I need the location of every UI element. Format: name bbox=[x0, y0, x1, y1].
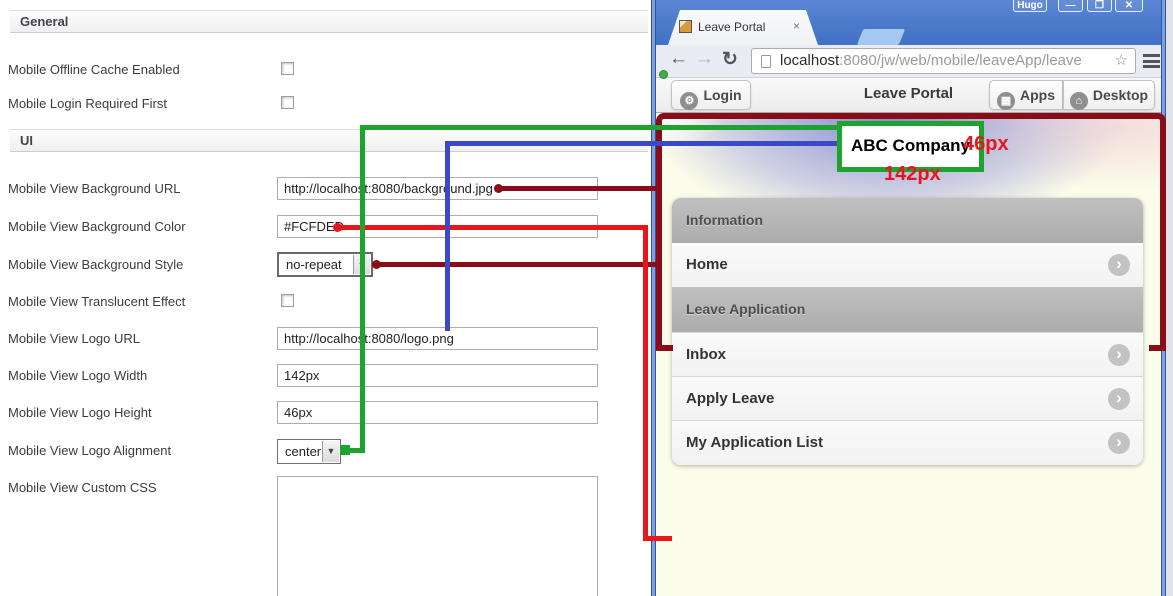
logo-align-callout-line-h bbox=[360, 125, 842, 130]
offline-cache-label: Mobile Offline Cache Enabled bbox=[8, 62, 180, 77]
bg-color-callout-line-foot bbox=[643, 536, 672, 541]
apps-button[interactable]: ▦ Apps bbox=[989, 80, 1063, 110]
back-icon[interactable]: ← bbox=[669, 48, 688, 70]
bg-style-label: Mobile View Background Style bbox=[8, 257, 184, 272]
chevron-right-icon: › bbox=[1108, 388, 1130, 410]
logo-width-annotation: 142px bbox=[884, 163, 941, 185]
maximize-button[interactable]: ❐ bbox=[1087, 0, 1112, 12]
bg-url-callout-line bbox=[497, 186, 658, 191]
logo-url-callout-line-h bbox=[445, 141, 843, 146]
chevron-down-icon: ▼ bbox=[322, 441, 339, 462]
logo-align-selected-value: center bbox=[285, 444, 322, 459]
browser-toolbar: ← → ↻ localhost:8080/jw/web/mobile/leave… bbox=[656, 45, 1161, 78]
apps-label: Apps bbox=[1020, 87, 1055, 103]
bg-color-callout-line-h bbox=[336, 225, 648, 230]
logo-width-label: Mobile View Logo Width bbox=[8, 368, 148, 383]
address-bar[interactable]: localhost:8080/jw/web/mobile/leaveApp/le… bbox=[751, 48, 1136, 74]
screen: General Mobile Offline Cache Enabled Mob… bbox=[0, 0, 1173, 596]
menu-item-label: Apply Leave bbox=[686, 390, 775, 407]
maximize-icon: ❐ bbox=[1095, 0, 1104, 11]
translucent-label: Mobile View Translucent Effect bbox=[8, 294, 186, 309]
forward-icon[interactable]: → bbox=[695, 48, 714, 70]
tab-title: Leave Portal bbox=[698, 20, 766, 34]
login-button[interactable]: ⚙ Login bbox=[671, 80, 751, 110]
page-icon bbox=[761, 55, 771, 68]
status-dot bbox=[659, 70, 668, 79]
browser-tab[interactable]: Leave Portal × bbox=[668, 10, 818, 45]
bg-color-label: Mobile View Background Color bbox=[8, 219, 186, 234]
logo-url-callout-line-v bbox=[445, 141, 450, 331]
minimize-button[interactable]: — bbox=[1058, 0, 1083, 12]
app-header: ⚙ Login Leave Portal ▦ Apps ⌂ Desktop bbox=[656, 78, 1161, 113]
login-required-checkbox[interactable] bbox=[281, 96, 294, 109]
logo-width-input[interactable] bbox=[277, 364, 598, 387]
bookmark-star-icon[interactable]: ☆ bbox=[1115, 49, 1128, 73]
favicon bbox=[679, 20, 692, 33]
logo-align-callout-line-v bbox=[360, 125, 365, 453]
bg-url-label: Mobile View Background URL bbox=[8, 181, 181, 196]
section-header-general: General bbox=[10, 10, 648, 33]
desktop-label: Desktop bbox=[1092, 87, 1149, 103]
url-path: :8080/jw/web/mobile/leaveApp/leave bbox=[839, 52, 1082, 69]
bg-color-callout-line-v bbox=[643, 225, 648, 541]
app-logo: ABC Company bbox=[850, 136, 970, 155]
callout-frame-foot-left bbox=[656, 345, 673, 351]
new-tab-button[interactable] bbox=[856, 29, 906, 45]
close-icon: ✕ bbox=[1124, 0, 1134, 11]
menu-item-label: My Application List bbox=[686, 434, 823, 451]
settings-panel: General Mobile Offline Cache Enabled Mob… bbox=[0, 0, 651, 596]
minimize-icon: — bbox=[1065, 0, 1076, 11]
offline-cache-checkbox[interactable] bbox=[281, 62, 294, 75]
grid-icon: ▦ bbox=[997, 92, 1015, 110]
menu-icon[interactable] bbox=[1143, 54, 1160, 71]
logo-align-select[interactable]: center ▼ bbox=[277, 439, 341, 464]
gear-icon: ⚙ bbox=[680, 92, 699, 110]
login-label: Login bbox=[703, 87, 742, 103]
chevron-right-icon: › bbox=[1108, 432, 1130, 454]
logo-height-input[interactable] bbox=[277, 401, 598, 424]
desktop-background bbox=[1166, 0, 1173, 596]
reload-icon[interactable]: ↻ bbox=[722, 48, 738, 71]
menu-item-apply-leave[interactable]: Apply Leave › bbox=[672, 376, 1143, 420]
profile-button[interactable]: Hugo bbox=[1013, 0, 1047, 12]
logo-align-label: Mobile View Logo Alignment bbox=[8, 443, 172, 458]
logo-url-label: Mobile View Logo URL bbox=[8, 331, 140, 346]
callout-frame-foot-right bbox=[1149, 345, 1166, 351]
desktop-button[interactable]: ⌂ Desktop bbox=[1063, 80, 1155, 110]
home-icon: ⌂ bbox=[1069, 92, 1088, 110]
logo-height-annotation: 46px bbox=[963, 133, 1009, 155]
tab-close-icon[interactable]: × bbox=[793, 19, 800, 33]
custom-css-label: Mobile View Custom CSS bbox=[8, 480, 157, 495]
url-text: localhost:8080/jw/web/mobile/leaveApp/le… bbox=[780, 49, 1082, 73]
bg-style-select[interactable]: no-repeat ▼ bbox=[277, 252, 373, 277]
custom-css-textarea[interactable] bbox=[277, 476, 598, 596]
logo-url-input[interactable] bbox=[277, 327, 598, 350]
login-required-label: Mobile Login Required First bbox=[8, 96, 167, 111]
url-host: localhost bbox=[780, 52, 840, 69]
bg-style-callout-line bbox=[375, 262, 658, 267]
app-title: Leave Portal bbox=[863, 85, 954, 102]
menu-item-my-application-list[interactable]: My Application List › bbox=[672, 420, 1143, 465]
close-button[interactable]: ✕ bbox=[1115, 0, 1143, 12]
bg-style-selected-value: no-repeat bbox=[286, 257, 342, 272]
translucent-checkbox[interactable] bbox=[281, 294, 294, 307]
logo-height-label: Mobile View Logo Height bbox=[8, 405, 152, 420]
